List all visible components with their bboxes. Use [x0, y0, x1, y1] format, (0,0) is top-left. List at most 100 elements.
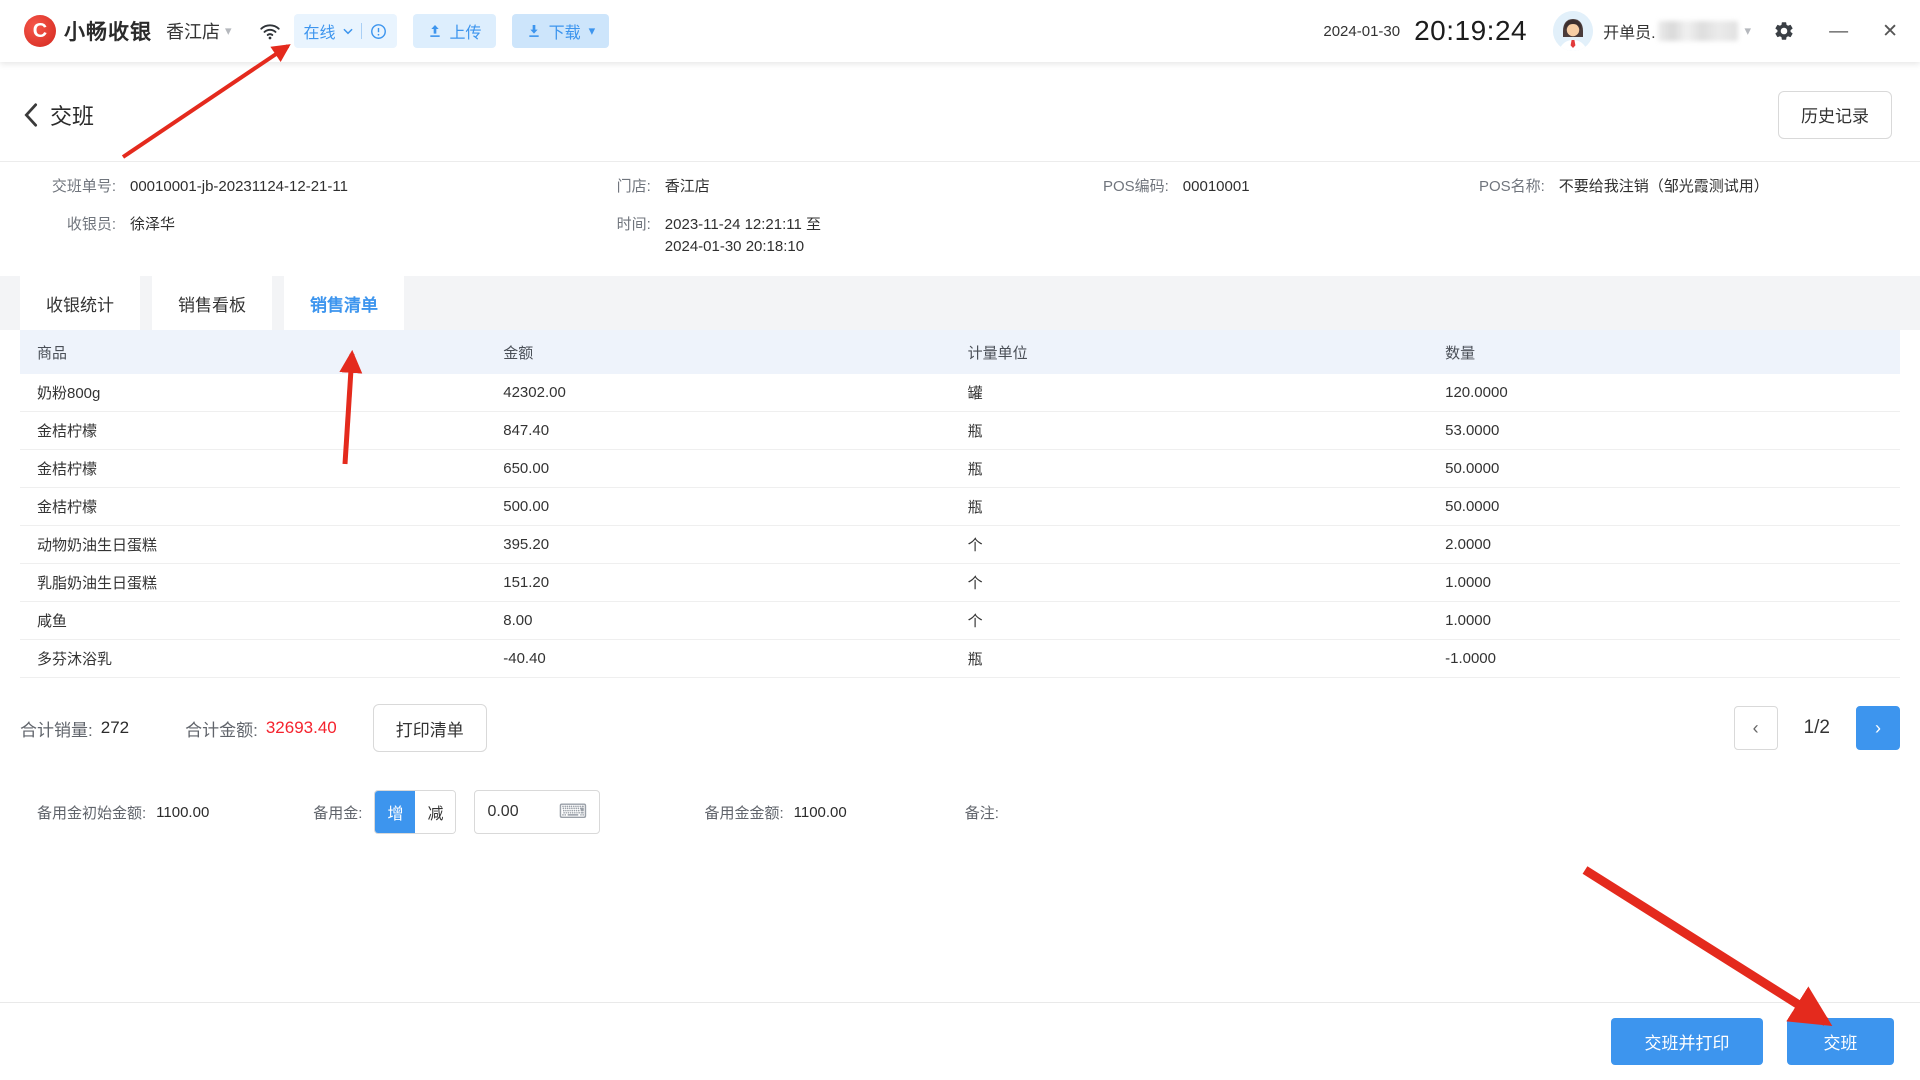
annotation-arrow-handover-button — [1582, 866, 1833, 1026]
settings-gear-icon[interactable] — [1773, 20, 1795, 42]
cell-unit: 个 — [967, 537, 983, 554]
tab-sales-board[interactable]: 销售看板 — [152, 276, 272, 330]
total-qty-value: 272 — [100, 718, 130, 737]
col-header-unit: 计量单位 — [967, 344, 1028, 362]
footer-actions: 交班并打印 交班 — [0, 1002, 1920, 1080]
table-row: 动物奶油生日蛋糕 395.20 个 2.0000 — [20, 526, 1900, 564]
table-row: 奶粉800g 42302.00 罐 120.0000 — [20, 374, 1900, 412]
table-header: 商品 金额 计量单位 数量 — [20, 330, 1900, 374]
cell-unit: 个 — [967, 613, 983, 630]
total-amount-label: 合计金额: — [185, 720, 258, 740]
cell-unit: 个 — [967, 575, 983, 592]
store-selector[interactable]: 香江店 ▾ — [166, 18, 232, 44]
field-label: 交班单号: — [51, 178, 116, 195]
cell-product: 多芬沐浴乳 — [37, 651, 113, 668]
reserve-amount-label: 备用金金额: — [704, 804, 784, 822]
cell-qty: -1.0000 — [1445, 650, 1496, 667]
handover-button[interactable]: 交班 — [1787, 1018, 1894, 1065]
increase-toggle[interactable]: 增 — [375, 791, 416, 833]
user-role-label: 开单员. — [1603, 25, 1656, 42]
field-sheet-no: 交班单号: 00010001-jb-20231124-12-21-11 — [20, 176, 603, 198]
table-row: 金桔柠檬 650.00 瓶 50.0000 — [20, 450, 1900, 488]
total-qty-label: 合计销量: — [20, 720, 93, 740]
history-button[interactable]: 历史记录 — [1778, 90, 1892, 139]
reserve-adjust-label: 备用金: — [313, 804, 363, 822]
col-header-product: 商品 — [37, 344, 68, 362]
page-title: 交班 — [50, 103, 95, 129]
online-status[interactable]: 在线 — [293, 14, 397, 48]
cell-amount: 500.00 — [503, 498, 550, 515]
topbar: C 小畅收银 香江店 ▾ 在线 上传 下载 ▾ 2024-01-30 20:19… — [0, 0, 1920, 62]
cell-product: 乳脂奶油生日蛋糕 — [37, 575, 158, 592]
table-row: 乳脂奶油生日蛋糕 151.20 个 1.0000 — [20, 564, 1900, 602]
keyboard-icon[interactable]: ⌨ — [559, 802, 588, 822]
app-logo-icon: C — [24, 15, 56, 47]
table-row: 金桔柠檬 847.40 瓶 53.0000 — [20, 412, 1900, 450]
summary-bar: 合计销量: 272 合计金额: 32693.40 打印清单 ‹ 1/2 › — [0, 704, 1920, 752]
back-button[interactable]: 交班 — [22, 99, 94, 131]
field-value: 00010001 — [1182, 178, 1250, 195]
field-label: POS名称: — [1478, 178, 1545, 195]
close-button[interactable]: ✕ — [1882, 22, 1898, 41]
reserve-amount-value: 1100.00 — [793, 803, 847, 821]
handover-info: 交班单号: 00010001-jb-20231124-12-21-11 门店: … — [0, 162, 1920, 276]
alert-info-icon — [370, 23, 386, 39]
field-label: 时间: — [616, 216, 651, 233]
avatar[interactable] — [1553, 11, 1594, 51]
cell-amount: -40.40 — [503, 650, 546, 667]
pagination: ‹ 1/2 › — [1733, 706, 1900, 750]
download-label: 下载 — [548, 25, 581, 42]
field-value: 徐泽华 — [130, 216, 176, 233]
field-cashier: 收银员: 徐泽华 — [20, 214, 603, 258]
cell-unit: 瓶 — [967, 423, 983, 440]
minimize-button[interactable]: — — [1829, 22, 1848, 41]
cell-unit: 瓶 — [967, 651, 983, 668]
sales-list-table: 商品 金额 计量单位 数量 奶粉800g 42302.00 罐 120.0000… — [0, 330, 1920, 678]
online-status-label: 在线 — [303, 25, 336, 42]
field-value: 不要给我注销（邹光霞测试用） — [1558, 178, 1769, 195]
print-list-button[interactable]: 打印清单 — [372, 704, 487, 752]
table-row: 多芬沐浴乳 -40.40 瓶 -1.0000 — [20, 640, 1900, 678]
field-store: 门店: 香江店 — [603, 176, 1073, 198]
next-page-button[interactable]: › — [1856, 706, 1900, 750]
field-label: POS编码: — [1102, 178, 1169, 195]
cell-product: 金桔柠檬 — [37, 461, 98, 478]
download-button[interactable]: 下载 ▾ — [511, 14, 610, 48]
upload-label: 上传 — [449, 25, 482, 42]
cell-amount: 42302.00 — [503, 384, 566, 401]
col-header-amount: 金额 — [503, 344, 534, 362]
table-row: 咸鱼 8.00 个 1.0000 — [20, 602, 1900, 640]
download-icon — [528, 25, 539, 37]
cell-unit: 瓶 — [967, 499, 983, 516]
cell-product: 奶粉800g — [37, 385, 101, 402]
tab-sales-list[interactable]: 销售清单 — [284, 276, 404, 330]
field-value: 00010001-jb-20231124-12-21-11 — [130, 178, 348, 195]
field-value: 香江店 — [664, 178, 710, 195]
cell-amount: 151.20 — [503, 574, 550, 591]
cell-product: 咸鱼 — [37, 613, 68, 630]
upload-button[interactable]: 上传 — [412, 14, 496, 48]
field-label: 收银员: — [66, 216, 116, 233]
prev-page-button[interactable]: ‹ — [1733, 706, 1778, 750]
table-row: 金桔柠檬 500.00 瓶 50.0000 — [20, 488, 1900, 526]
chevron-down-icon: ▾ — [1744, 23, 1752, 38]
reserve-initial-value: 1100.00 — [156, 803, 210, 821]
cell-amount: 847.40 — [503, 422, 550, 439]
handover-and-print-button[interactable]: 交班并打印 — [1611, 1018, 1763, 1065]
current-date: 2024-01-30 — [1323, 22, 1401, 40]
remark-label: 备注: — [964, 804, 999, 822]
cell-unit: 瓶 — [967, 461, 983, 478]
upload-icon — [429, 25, 440, 37]
divider — [360, 23, 362, 39]
field-value: 2023-11-24 12:21:11 至 2024-01-30 20:18:1… — [664, 216, 822, 255]
cell-amount: 8.00 — [503, 612, 533, 629]
store-name: 香江店 — [166, 22, 220, 42]
tab-cashier-stats[interactable]: 收银统计 — [20, 276, 140, 330]
reserve-amount-input[interactable] — [487, 803, 558, 821]
brand-name: 小畅收银 — [64, 21, 152, 44]
cell-qty: 50.0000 — [1445, 498, 1500, 515]
field-pos-code: POS编码: 00010001 — [1073, 176, 1449, 198]
user-menu[interactable]: 开单员. ▾ — [1603, 19, 1751, 43]
cell-qty: 1.0000 — [1445, 574, 1491, 591]
decrease-toggle[interactable]: 减 — [415, 791, 456, 833]
